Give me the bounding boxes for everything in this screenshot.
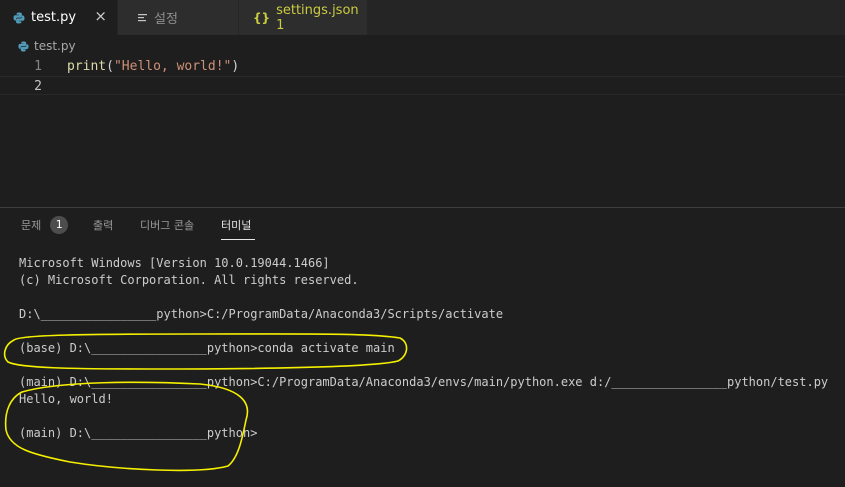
editor-tab-bar: test.py × 설정 {} settings.json 1	[0, 0, 845, 35]
tab-label: 문제	[21, 219, 42, 232]
code-token-paren: )	[231, 59, 240, 74]
tab-settings[interactable]: 설정	[118, 0, 238, 35]
settings-list-icon	[137, 12, 148, 23]
terminal-line: Hello, world!	[19, 392, 113, 406]
python-icon	[18, 40, 29, 52]
tab-label: 설정	[154, 12, 178, 27]
tab-test-py[interactable]: test.py ×	[0, 0, 117, 35]
tab-terminal[interactable]: 터미널	[221, 217, 251, 233]
python-icon	[13, 12, 25, 24]
code-content: print("Hello, world!")	[67, 57, 239, 76]
line-number: 1	[34, 59, 42, 74]
close-icon[interactable]: ×	[94, 9, 107, 24]
json-braces-icon: {}	[253, 10, 271, 25]
code-token-function: print	[67, 59, 107, 74]
code-token-paren: (	[106, 59, 114, 74]
terminal-line: (main) D:\________________python>C:/Prog…	[19, 375, 829, 389]
line-number: 2	[34, 79, 42, 94]
terminal-line: Microsoft Windows [Version 10.0.19044.14…	[19, 256, 330, 270]
terminal-line: (base) D:\________________python>conda a…	[19, 341, 395, 355]
breadcrumb[interactable]: test.py	[0, 35, 76, 57]
panel-tab-bar: 문제 1 출력 디버그 콘솔 터미널	[0, 208, 845, 242]
tab-label: 터미널	[221, 219, 252, 232]
tab-label: settings.json 1	[276, 2, 359, 33]
editor-line-current[interactable]: 2	[0, 76, 845, 95]
editor-line[interactable]: 1 print("Hello, world!")	[0, 57, 845, 76]
terminal-line: (c) Microsoft Corporation. All rights re…	[19, 273, 359, 287]
breadcrumb-file: test.py	[34, 39, 76, 53]
tab-problems[interactable]: 문제 1	[21, 216, 69, 234]
tab-label: 디버그 콘솔	[140, 219, 195, 232]
vscode-window: test.py × 설정 {} settings.json 1 test.py …	[0, 0, 845, 487]
code-token-string: "Hello, world!"	[113, 59, 232, 74]
problems-count-badge: 1	[50, 216, 69, 234]
terminal-line: D:\________________python>C:/ProgramData…	[19, 307, 504, 321]
terminal-line: (main) D:\________________python>	[19, 426, 258, 440]
tab-settings-json[interactable]: {} settings.json 1	[239, 0, 367, 35]
active-tab-indicator	[221, 239, 255, 240]
tab-label: test.py	[31, 10, 77, 25]
tab-output[interactable]: 출력	[93, 217, 113, 233]
tab-debug-console[interactable]: 디버그 콘솔	[140, 217, 194, 233]
tab-label: 출력	[93, 219, 114, 232]
